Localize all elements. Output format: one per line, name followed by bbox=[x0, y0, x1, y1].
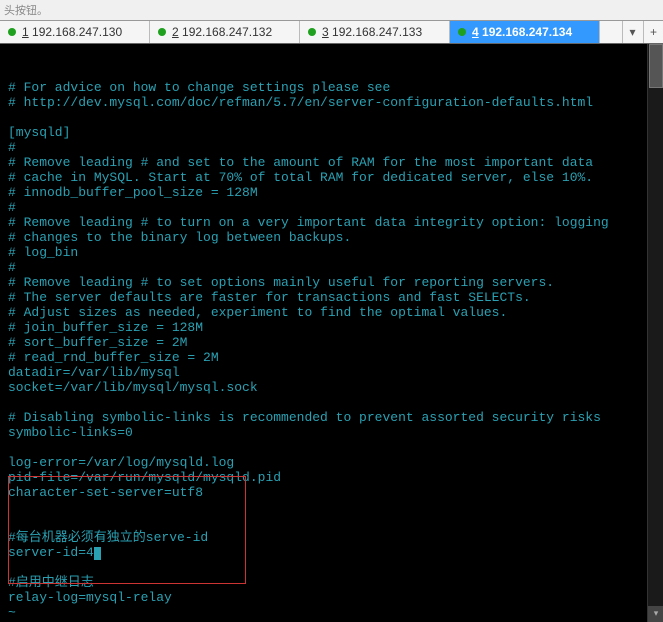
terminal-line: # bbox=[8, 140, 655, 155]
terminal-line: datadir=/var/lib/mysql bbox=[8, 365, 655, 380]
terminal-line bbox=[8, 560, 655, 575]
terminal-line: socket=/var/lib/mysql/mysql.sock bbox=[8, 380, 655, 395]
terminal-line: pid-file=/var/run/mysqld/mysqld.pid bbox=[8, 470, 655, 485]
tab-number: 3 bbox=[322, 25, 329, 39]
terminal-line: relay-log=mysql-relay bbox=[8, 590, 655, 605]
tab-2[interactable]: 2 192.168.247.132 bbox=[150, 21, 300, 43]
tab-number: 1 bbox=[22, 25, 29, 39]
terminal-line: # Remove leading # and set to the amount… bbox=[8, 155, 655, 170]
terminal-line: # For advice on how to change settings p… bbox=[8, 80, 655, 95]
terminal-line: # Adjust sizes as needed, experiment to … bbox=[8, 305, 655, 320]
terminal-line: # sort_buffer_size = 2M bbox=[8, 335, 655, 350]
terminal-line: [mysqld] bbox=[8, 125, 655, 140]
connection-status-icon bbox=[458, 28, 466, 36]
terminal-line bbox=[8, 440, 655, 455]
vertical-scrollbar[interactable]: ▾ bbox=[647, 44, 663, 622]
connection-status-icon bbox=[308, 28, 316, 36]
terminal-line: symbolic-links=0 bbox=[8, 425, 655, 440]
terminal-line: ~ bbox=[8, 605, 655, 620]
terminal-line: # innodb_buffer_pool_size = 128M bbox=[8, 185, 655, 200]
terminal-line: # Remove leading # to set options mainly… bbox=[8, 275, 655, 290]
terminal-line: # Remove leading # to turn on a very imp… bbox=[8, 215, 655, 230]
tab-bar-spacer bbox=[600, 21, 622, 43]
tab-bar: 1 192.168.247.130 2 192.168.247.132 3 19… bbox=[0, 20, 663, 44]
tab-dropdown-button[interactable]: ▾ bbox=[622, 21, 642, 43]
terminal-line: # log_bin bbox=[8, 245, 655, 260]
terminal-line: # bbox=[8, 260, 655, 275]
window-chrome-text: 头按钮。 bbox=[0, 0, 663, 20]
terminal-line: #每台机器必须有独立的serve-id bbox=[8, 530, 655, 545]
terminal-line: log-error=/var/log/mysqld.log bbox=[8, 455, 655, 470]
connection-status-icon bbox=[8, 28, 16, 36]
tab-controls: ▾ + bbox=[622, 21, 663, 43]
tab-1[interactable]: 1 192.168.247.130 bbox=[0, 21, 150, 43]
scrollbar-thumb[interactable] bbox=[649, 44, 663, 88]
terminal-line bbox=[8, 515, 655, 530]
tab-3[interactable]: 3 192.168.247.133 bbox=[300, 21, 450, 43]
terminal-line: # cache in MySQL. Start at 70% of total … bbox=[8, 170, 655, 185]
terminal-line: # Disabling symbolic-links is recommende… bbox=[8, 410, 655, 425]
terminal-line: # join_buffer_size = 128M bbox=[8, 320, 655, 335]
tab-label: 192.168.247.134 bbox=[482, 25, 572, 39]
text-cursor bbox=[94, 547, 101, 560]
connection-status-icon bbox=[158, 28, 166, 36]
terminal-line: # The server defaults are faster for tra… bbox=[8, 290, 655, 305]
terminal-line bbox=[8, 395, 655, 410]
tab-label: 192.168.247.133 bbox=[332, 25, 422, 39]
tab-label: 192.168.247.130 bbox=[32, 25, 122, 39]
tab-4[interactable]: 4 192.168.247.134 bbox=[450, 21, 600, 43]
tab-number: 4 bbox=[472, 25, 479, 39]
terminal-line bbox=[8, 110, 655, 125]
terminal-line: character-set-server=utf8 bbox=[8, 485, 655, 500]
terminal-line: server-id=4 bbox=[8, 545, 655, 560]
tab-label: 192.168.247.132 bbox=[182, 25, 272, 39]
terminal-pane[interactable]: # For advice on how to change settings p… bbox=[0, 44, 663, 622]
terminal-line: #启用中继日志 bbox=[8, 575, 655, 590]
terminal-line bbox=[8, 500, 655, 515]
tab-number: 2 bbox=[172, 25, 179, 39]
terminal-line: # bbox=[8, 200, 655, 215]
add-tab-button[interactable]: + bbox=[643, 21, 663, 43]
terminal-line: # read_rnd_buffer_size = 2M bbox=[8, 350, 655, 365]
terminal-line: # http://dev.mysql.com/doc/refman/5.7/en… bbox=[8, 95, 655, 110]
terminal-line: # changes to the binary log between back… bbox=[8, 230, 655, 245]
